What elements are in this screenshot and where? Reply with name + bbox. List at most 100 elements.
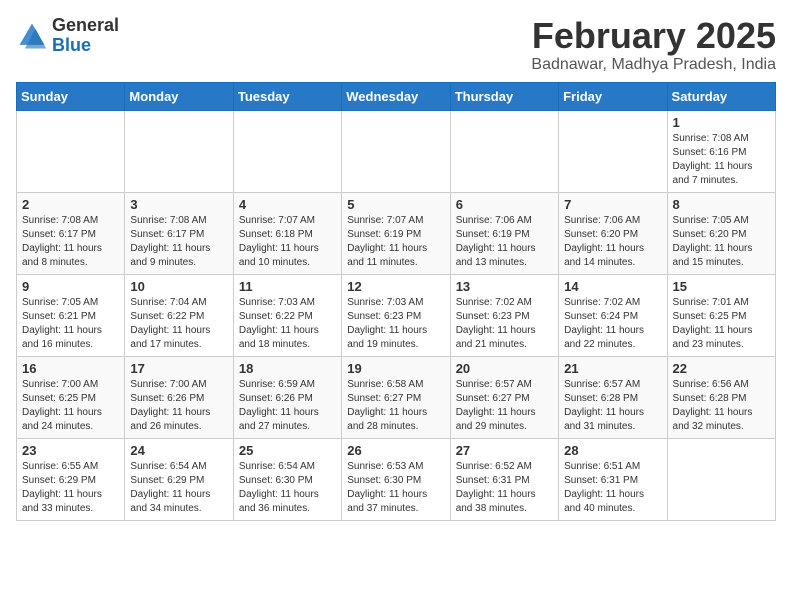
day-info: Sunrise: 7:05 AM Sunset: 6:21 PM Dayligh… <box>22 296 119 352</box>
calendar-cell: 14 Sunrise: 7:02 AM Sunset: 6:24 PM Dayli… <box>559 274 667 356</box>
calendar-cell: 25Sunrise: 6:54 AM Sunset: 6:30 PM Dayli… <box>233 438 341 520</box>
day-number: 10 <box>130 279 227 294</box>
logo-blue-text: Blue <box>52 36 119 56</box>
day-number: 9 <box>22 279 119 294</box>
calendar-cell: 28 Sunrise: 6:51 AM Sunset: 6:31 PM Dayli… <box>559 438 667 520</box>
calendar-cell: 13Sunrise: 7:02 AM Sunset: 6:23 PM Dayli… <box>450 274 558 356</box>
day-info: Sunrise: 7:00 AM Sunset: 6:25 PM Dayligh… <box>22 378 119 434</box>
title-block: February 2025 Badnawar, Madhya Pradesh, … <box>531 16 776 74</box>
day-number: 1 <box>673 115 770 130</box>
calendar-cell: 11 Sunrise: 7:03 AM Sunset: 6:22 PM Dayli… <box>233 274 341 356</box>
logo: General Blue <box>16 16 119 56</box>
day-info: Sunrise: 6:59 AM Sunset: 6:26 PM Dayligh… <box>239 378 336 434</box>
calendar-cell <box>125 110 233 192</box>
day-number: 3 <box>130 197 227 212</box>
day-info: Sunrise: 6:56 AM Sunset: 6:28 PM Dayligh… <box>673 378 770 434</box>
calendar-cell: 3 Sunrise: 7:08 AM Sunset: 6:17 PM Daylig… <box>125 192 233 274</box>
month-title: February 2025 <box>531 16 776 56</box>
logo-text: General Blue <box>52 16 119 56</box>
calendar-week-row: 1 Sunrise: 7:08 AM Sunset: 6:16 PM Daylig… <box>17 110 776 192</box>
day-info: Sunrise: 7:05 AM Sunset: 6:20 PM Dayligh… <box>673 214 770 270</box>
day-number: 25 <box>239 443 336 458</box>
day-info: Sunrise: 7:08 AM Sunset: 6:17 PM Dayligh… <box>130 214 227 270</box>
day-number: 17 <box>130 361 227 376</box>
day-info: Sunrise: 7:07 AM Sunset: 6:19 PM Dayligh… <box>347 214 444 270</box>
calendar-cell: 6 Sunrise: 7:06 AM Sunset: 6:19 PM Daylig… <box>450 192 558 274</box>
day-number: 8 <box>673 197 770 212</box>
calendar-cell: 5 Sunrise: 7:07 AM Sunset: 6:19 PM Daylig… <box>342 192 450 274</box>
calendar-cell <box>450 110 558 192</box>
calendar-cell: 1 Sunrise: 7:08 AM Sunset: 6:16 PM Daylig… <box>667 110 775 192</box>
day-number: 16 <box>22 361 119 376</box>
logo-general-text: General <box>52 16 119 36</box>
calendar-cell: 27 Sunrise: 6:52 AM Sunset: 6:31 PM Dayli… <box>450 438 558 520</box>
day-info: Sunrise: 7:00 AM Sunset: 6:26 PM Dayligh… <box>130 378 227 434</box>
day-number: 21 <box>564 361 661 376</box>
day-info: Sunrise: 7:06 AM Sunset: 6:19 PM Dayligh… <box>456 214 553 270</box>
day-number: 15 <box>673 279 770 294</box>
day-info: Sunrise: 7:04 AM Sunset: 6:22 PM Dayligh… <box>130 296 227 352</box>
calendar-table: SundayMondayTuesdayWednesdayThursdayFrid… <box>16 82 776 521</box>
calendar-cell: 17 Sunrise: 7:00 AM Sunset: 6:26 PM Dayli… <box>125 356 233 438</box>
calendar-cell: 24Sunrise: 6:54 AM Sunset: 6:29 PM Dayli… <box>125 438 233 520</box>
logo-icon <box>16 20 48 52</box>
weekday-header-tuesday: Tuesday <box>233 82 341 110</box>
day-number: 5 <box>347 197 444 212</box>
calendar-cell: 8 Sunrise: 7:05 AM Sunset: 6:20 PM Daylig… <box>667 192 775 274</box>
day-number: 7 <box>564 197 661 212</box>
calendar-header-row: SundayMondayTuesdayWednesdayThursdayFrid… <box>17 82 776 110</box>
weekday-header-monday: Monday <box>125 82 233 110</box>
calendar-cell <box>559 110 667 192</box>
calendar-cell: 22Sunrise: 6:56 AM Sunset: 6:28 PM Dayli… <box>667 356 775 438</box>
day-number: 11 <box>239 279 336 294</box>
calendar-week-row: 2 Sunrise: 7:08 AM Sunset: 6:17 PM Daylig… <box>17 192 776 274</box>
calendar-cell: 16 Sunrise: 7:00 AM Sunset: 6:25 PM Dayli… <box>17 356 125 438</box>
calendar-cell: 18 Sunrise: 6:59 AM Sunset: 6:26 PM Dayli… <box>233 356 341 438</box>
day-info: Sunrise: 6:52 AM Sunset: 6:31 PM Dayligh… <box>456 460 553 516</box>
day-info: Sunrise: 6:57 AM Sunset: 6:27 PM Dayligh… <box>456 378 553 434</box>
day-info: Sunrise: 6:58 AM Sunset: 6:27 PM Dayligh… <box>347 378 444 434</box>
day-info: Sunrise: 7:08 AM Sunset: 6:17 PM Dayligh… <box>22 214 119 270</box>
weekday-header-wednesday: Wednesday <box>342 82 450 110</box>
calendar-cell: 19 Sunrise: 6:58 AM Sunset: 6:27 PM Dayli… <box>342 356 450 438</box>
day-info: Sunrise: 7:08 AM Sunset: 6:16 PM Dayligh… <box>673 132 770 188</box>
day-info: Sunrise: 7:02 AM Sunset: 6:24 PM Dayligh… <box>564 296 661 352</box>
calendar-week-row: 16 Sunrise: 7:00 AM Sunset: 6:25 PM Dayli… <box>17 356 776 438</box>
day-info: Sunrise: 7:03 AM Sunset: 6:22 PM Dayligh… <box>239 296 336 352</box>
calendar-cell: 26Sunrise: 6:53 AM Sunset: 6:30 PM Dayli… <box>342 438 450 520</box>
day-number: 26 <box>347 443 444 458</box>
calendar-week-row: 23 Sunrise: 6:55 AM Sunset: 6:29 PM Dayli… <box>17 438 776 520</box>
weekday-header-sunday: Sunday <box>17 82 125 110</box>
calendar-week-row: 9 Sunrise: 7:05 AM Sunset: 6:21 PM Daylig… <box>17 274 776 356</box>
calendar-cell: 4 Sunrise: 7:07 AM Sunset: 6:18 PM Daylig… <box>233 192 341 274</box>
day-info: Sunrise: 7:07 AM Sunset: 6:18 PM Dayligh… <box>239 214 336 270</box>
day-number: 18 <box>239 361 336 376</box>
calendar-cell <box>667 438 775 520</box>
calendar-cell: 2 Sunrise: 7:08 AM Sunset: 6:17 PM Daylig… <box>17 192 125 274</box>
calendar-cell <box>17 110 125 192</box>
day-number: 6 <box>456 197 553 212</box>
day-number: 19 <box>347 361 444 376</box>
day-info: Sunrise: 6:57 AM Sunset: 6:28 PM Dayligh… <box>564 378 661 434</box>
day-number: 2 <box>22 197 119 212</box>
calendar-cell: 20Sunrise: 6:57 AM Sunset: 6:27 PM Dayli… <box>450 356 558 438</box>
calendar-cell: 15 Sunrise: 7:01 AM Sunset: 6:25 PM Dayli… <box>667 274 775 356</box>
day-number: 12 <box>347 279 444 294</box>
day-number: 4 <box>239 197 336 212</box>
day-number: 28 <box>564 443 661 458</box>
calendar-cell <box>342 110 450 192</box>
calendar-cell: 21 Sunrise: 6:57 AM Sunset: 6:28 PM Dayli… <box>559 356 667 438</box>
calendar-cell: 7 Sunrise: 7:06 AM Sunset: 6:20 PM Daylig… <box>559 192 667 274</box>
day-info: Sunrise: 6:54 AM Sunset: 6:29 PM Dayligh… <box>130 460 227 516</box>
day-number: 23 <box>22 443 119 458</box>
weekday-header-thursday: Thursday <box>450 82 558 110</box>
day-info: Sunrise: 7:06 AM Sunset: 6:20 PM Dayligh… <box>564 214 661 270</box>
day-info: Sunrise: 6:55 AM Sunset: 6:29 PM Dayligh… <box>22 460 119 516</box>
day-number: 27 <box>456 443 553 458</box>
day-info: Sunrise: 7:01 AM Sunset: 6:25 PM Dayligh… <box>673 296 770 352</box>
day-number: 13 <box>456 279 553 294</box>
day-number: 14 <box>564 279 661 294</box>
day-info: Sunrise: 6:51 AM Sunset: 6:31 PM Dayligh… <box>564 460 661 516</box>
location-subtitle: Badnawar, Madhya Pradesh, India <box>531 56 776 74</box>
calendar-cell: 9 Sunrise: 7:05 AM Sunset: 6:21 PM Daylig… <box>17 274 125 356</box>
